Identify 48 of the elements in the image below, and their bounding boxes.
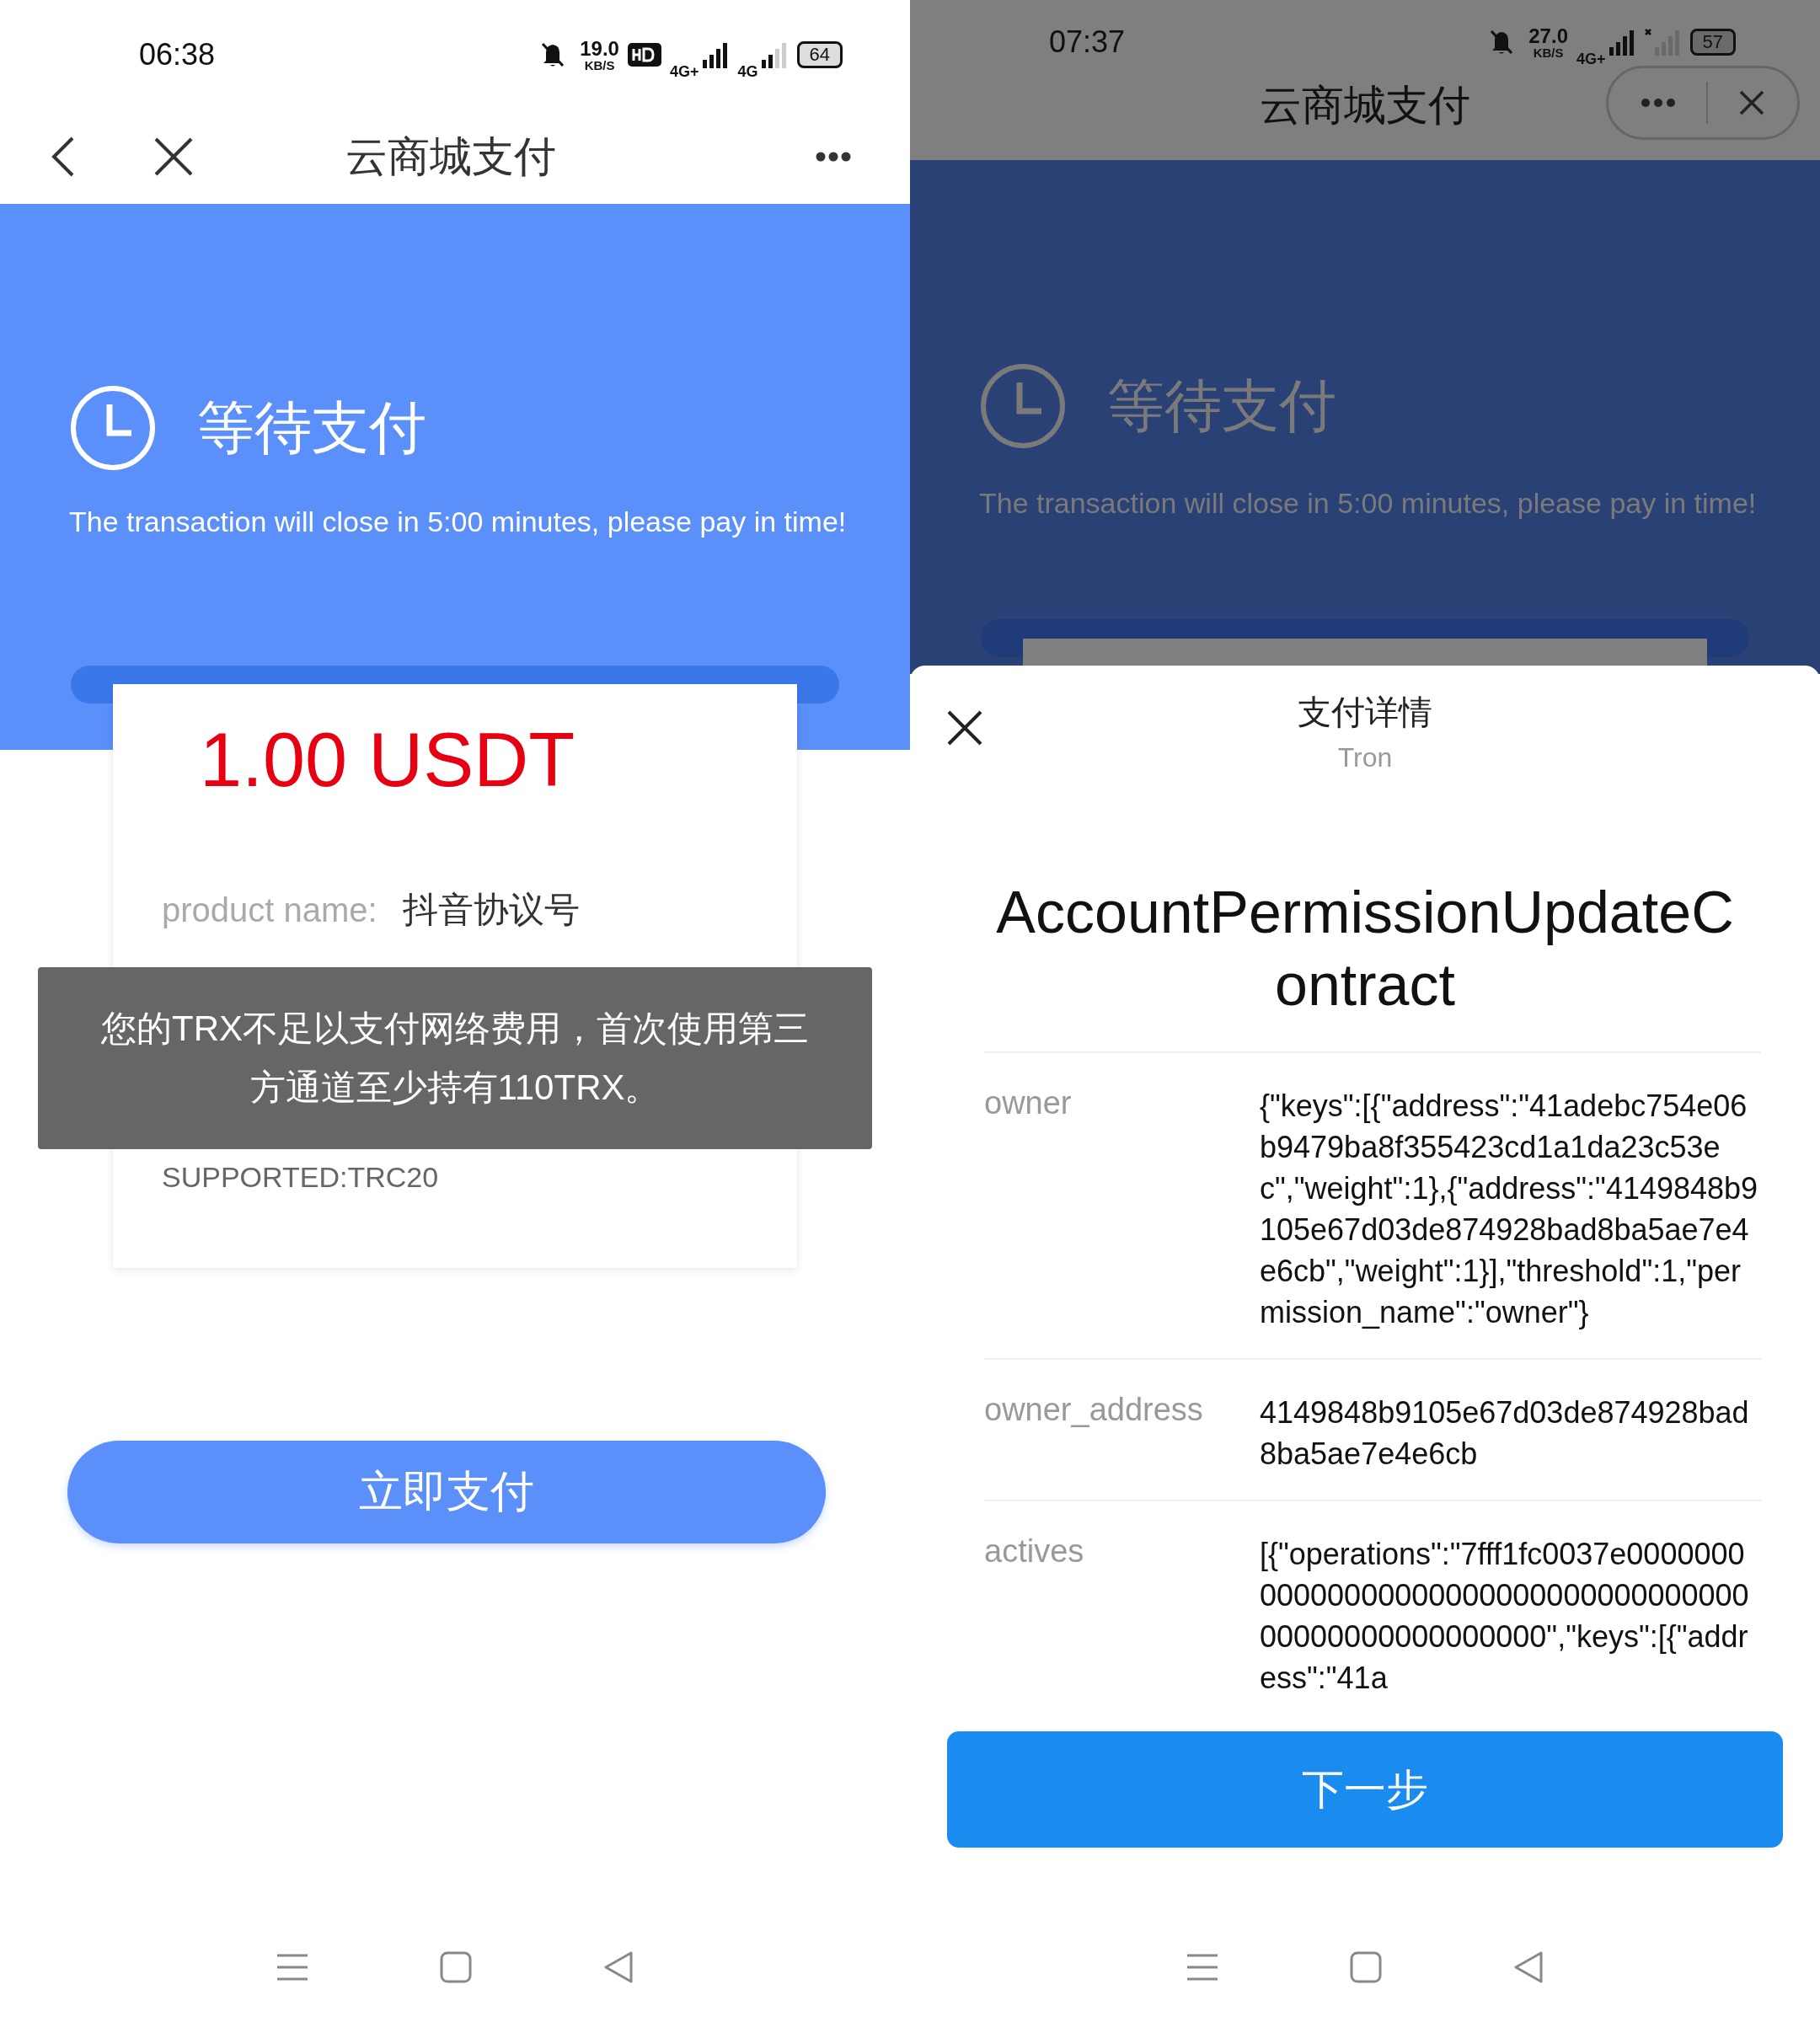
close-icon[interactable] [153, 136, 194, 177]
network-type: 4G+ [669, 62, 699, 81]
network-speed: 27.0 [1528, 25, 1568, 46]
back-icon[interactable] [51, 136, 76, 178]
signal-icon [1609, 29, 1636, 56]
status-time: 06:38 [139, 37, 216, 72]
detail-value: [{"operations":"7fff1fc0037e00000000000000000000000000000000000000000000000000000","keys":[{"address":"41a [1260, 1536, 1750, 1697]
network-speed: 19.0 [580, 38, 619, 59]
status-message: The transaction will close in 5:00 minutes, please pay in time! [68, 506, 848, 538]
toast-message: 您的TRX不足以支付网络费用，首次使用第三方通道至少持有110TRX。 [38, 967, 872, 1149]
order-amount: 1.00 USDT [199, 718, 576, 802]
home-icon[interactable] [1350, 1951, 1382, 1983]
detail-value: {"keys":[{"address":"41adebc754e06b9479ba8f355423cd1a1da23c53ec","weight":1},{"address":"4149848b9105e67d03de874928bad8ba5ae7e4e6cb","weight":1}],"threshold":1,"permission_name":"owner"} [1260, 1088, 1759, 1331]
battery-level: 57 [1689, 29, 1736, 56]
menu-icon[interactable] [276, 1953, 310, 1982]
status-title: 等待支付 [1107, 372, 1336, 439]
next-button[interactable]: 下一步 [947, 1731, 1783, 1848]
pay-button[interactable]: 立即支付 [67, 1441, 826, 1543]
page-title: 云商城支付 [345, 131, 557, 182]
supported-network: SUPPORTED:TRC20 [162, 1161, 440, 1194]
speed-unit: KB/S [1533, 45, 1564, 59]
status-time: 07:37 [1049, 24, 1126, 60]
product-value: 抖音协议号 [402, 889, 580, 931]
status-message: The transaction will close in 5:00 minutes, please pay in time! [978, 487, 1758, 520]
no-signal-icon [1644, 29, 1682, 56]
home-icon[interactable] [440, 1951, 472, 1983]
contract-type: AccountPermissionUpdateContract [995, 879, 1735, 1019]
clock-icon [979, 362, 1067, 450]
hd-icon [627, 43, 661, 67]
detail-label: actives [984, 1533, 1085, 1570]
menu-icon[interactable] [1186, 1953, 1220, 1982]
clock-icon [69, 384, 157, 472]
battery-level: 64 [796, 41, 843, 68]
sheet-subtitle: Tron [1337, 742, 1393, 773]
network-type: 4G [737, 62, 758, 81]
page-title: 云商城支付 [1260, 80, 1470, 131]
status-title: 等待支付 [197, 393, 426, 461]
signal-icon [702, 41, 730, 68]
more-icon[interactable] [816, 152, 851, 162]
detail-label: owner_address [984, 1392, 1204, 1429]
sheet-title: 支付详情 [1298, 693, 1432, 732]
speed-unit: KB/S [584, 58, 615, 72]
signal-icon [761, 41, 789, 68]
product-label: product name: [162, 891, 377, 929]
close-icon[interactable] [947, 710, 982, 746]
detail-label: owner [984, 1085, 1073, 1122]
network-type: 4G+ [1576, 50, 1606, 68]
detail-value: 4149848b9105e67d03de874928bad8ba5ae7e4e6cb [1260, 1394, 1750, 1473]
